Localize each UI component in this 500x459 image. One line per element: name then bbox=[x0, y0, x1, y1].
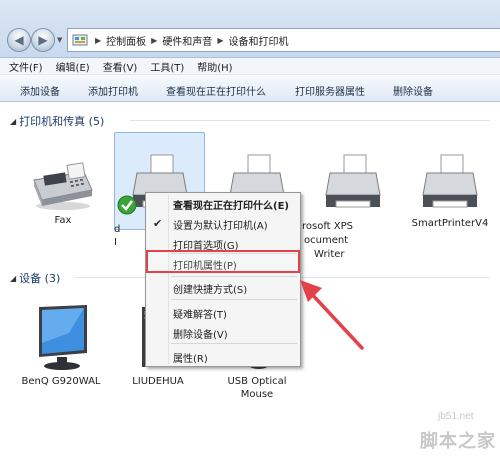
chevron-right-icon[interactable]: ▶ bbox=[151, 36, 157, 45]
device-label: SmartPrinterV4 bbox=[411, 218, 489, 229]
fax-icon bbox=[33, 162, 93, 210]
menu-item-properties[interactable]: 属性(R) bbox=[173, 350, 208, 365]
menu-item-set-default[interactable]: 设置为默认打印机(A) bbox=[173, 217, 268, 232]
menu-separator bbox=[171, 343, 297, 344]
device-label: BenQ G920WAL bbox=[21, 376, 101, 387]
printer-icon bbox=[325, 154, 381, 208]
see-whats-printing-button[interactable]: 查看现在正在打印什么 bbox=[166, 83, 266, 98]
recent-pages-dropdown-icon[interactable]: ▼ bbox=[57, 36, 62, 44]
device-smartprinter[interactable]: SmartPrinterV4 bbox=[405, 151, 495, 230]
device-label-xps: rosoft XPS ocument Writer bbox=[302, 221, 354, 260]
group-divider bbox=[130, 120, 490, 121]
remove-device-button[interactable]: 删除设备 bbox=[393, 83, 433, 98]
back-button[interactable]: ◀ bbox=[7, 28, 31, 52]
group-title-devices: 设备 (3) bbox=[19, 272, 61, 285]
collapse-triangle-icon[interactable]: ◢ bbox=[10, 274, 16, 283]
chevron-right-icon[interactable]: ▶ bbox=[217, 36, 223, 45]
default-checkmark-icon bbox=[117, 195, 137, 215]
breadcrumb[interactable]: ▶ 控制面板 ▶ 硬件和声音 ▶ 设备和打印机 bbox=[67, 28, 500, 52]
control-panel-icon bbox=[72, 34, 88, 47]
watermark-site: jb51.net bbox=[438, 411, 474, 422]
annotation-arrow-icon bbox=[300, 280, 364, 350]
forward-button[interactable]: ▶ bbox=[31, 28, 55, 52]
add-printer-button[interactable]: 添加打印机 bbox=[88, 83, 138, 98]
device-xps-writer[interactable] bbox=[308, 151, 398, 215]
menu-item-see-printing[interactable]: 查看现在正在打印什么(E) bbox=[173, 197, 289, 212]
watermark-name: 脚本之家 bbox=[420, 431, 496, 452]
menu-view[interactable]: 查看(V) bbox=[103, 59, 138, 74]
device-label: USB Optical Mouse bbox=[227, 376, 287, 400]
group-title-printers: 打印机和传真 (5) bbox=[19, 115, 105, 128]
breadcrumb-control-panel[interactable]: 控制面板 bbox=[106, 33, 146, 48]
monitor-icon bbox=[39, 305, 87, 370]
context-menu: ✔ 查看现在正在打印什么(E) 设置为默认打印机(A) 打印首选项(G) 打印机… bbox=[145, 192, 301, 367]
add-device-button[interactable]: 添加设备 bbox=[20, 83, 60, 98]
forward-arrow-icon: ▶ bbox=[38, 33, 48, 47]
collapse-triangle-icon[interactable]: ◢ bbox=[10, 117, 16, 126]
breadcrumb-devices-printers[interactable]: 设备和打印机 bbox=[228, 33, 288, 48]
group-header-devices[interactable]: ◢ 设备 (3) bbox=[10, 270, 60, 286]
menu-gutter bbox=[168, 195, 169, 364]
menu-edit[interactable]: 编辑(E) bbox=[56, 59, 90, 74]
printer-icon bbox=[422, 154, 478, 208]
menu-file[interactable]: 文件(F) bbox=[9, 59, 43, 74]
command-toolbar: 添加设备 添加打印机 查看现在正在打印什么 打印服务器属性 删除设备 bbox=[0, 75, 500, 102]
group-header-printers[interactable]: ◢ 打印机和传真 (5) bbox=[10, 113, 104, 129]
menu-tools[interactable]: 工具(T) bbox=[150, 59, 184, 74]
menu-item-troubleshoot[interactable]: 疑难解答(T) bbox=[173, 306, 227, 321]
device-label-partial: d bbox=[114, 224, 121, 235]
device-label: LIUDEHUA bbox=[132, 376, 184, 387]
highlight-box bbox=[146, 250, 300, 273]
menu-help[interactable]: 帮助(H) bbox=[197, 59, 232, 74]
print-server-properties-button[interactable]: 打印服务器属性 bbox=[295, 83, 365, 98]
check-icon: ✔ bbox=[153, 217, 163, 230]
chevron-right-icon[interactable]: ▶ bbox=[95, 36, 101, 45]
device-label: Fax bbox=[54, 215, 72, 226]
device-label-partial: I bbox=[114, 237, 117, 248]
device-fax[interactable]: Fax bbox=[18, 150, 108, 227]
menu-item-remove-device[interactable]: 删除设备(V) bbox=[173, 326, 228, 341]
menu-bar: 文件(F) 编辑(E) 查看(V) 工具(T) 帮助(H) bbox=[0, 58, 500, 75]
address-bar-area: ◀ ▶ ▼ ▶ 控制面板 ▶ 硬件和声音 ▶ 设备和打印机 bbox=[0, 0, 500, 58]
menu-item-create-shortcut[interactable]: 创建快捷方式(S) bbox=[173, 281, 247, 296]
group-divider bbox=[75, 277, 145, 278]
breadcrumb-hardware-sound[interactable]: 硬件和声音 bbox=[162, 33, 212, 48]
back-arrow-icon: ◀ bbox=[14, 33, 24, 47]
menu-separator bbox=[171, 299, 297, 300]
menu-separator bbox=[171, 276, 297, 277]
device-benq-monitor[interactable]: BenQ G920WAL bbox=[16, 303, 106, 388]
